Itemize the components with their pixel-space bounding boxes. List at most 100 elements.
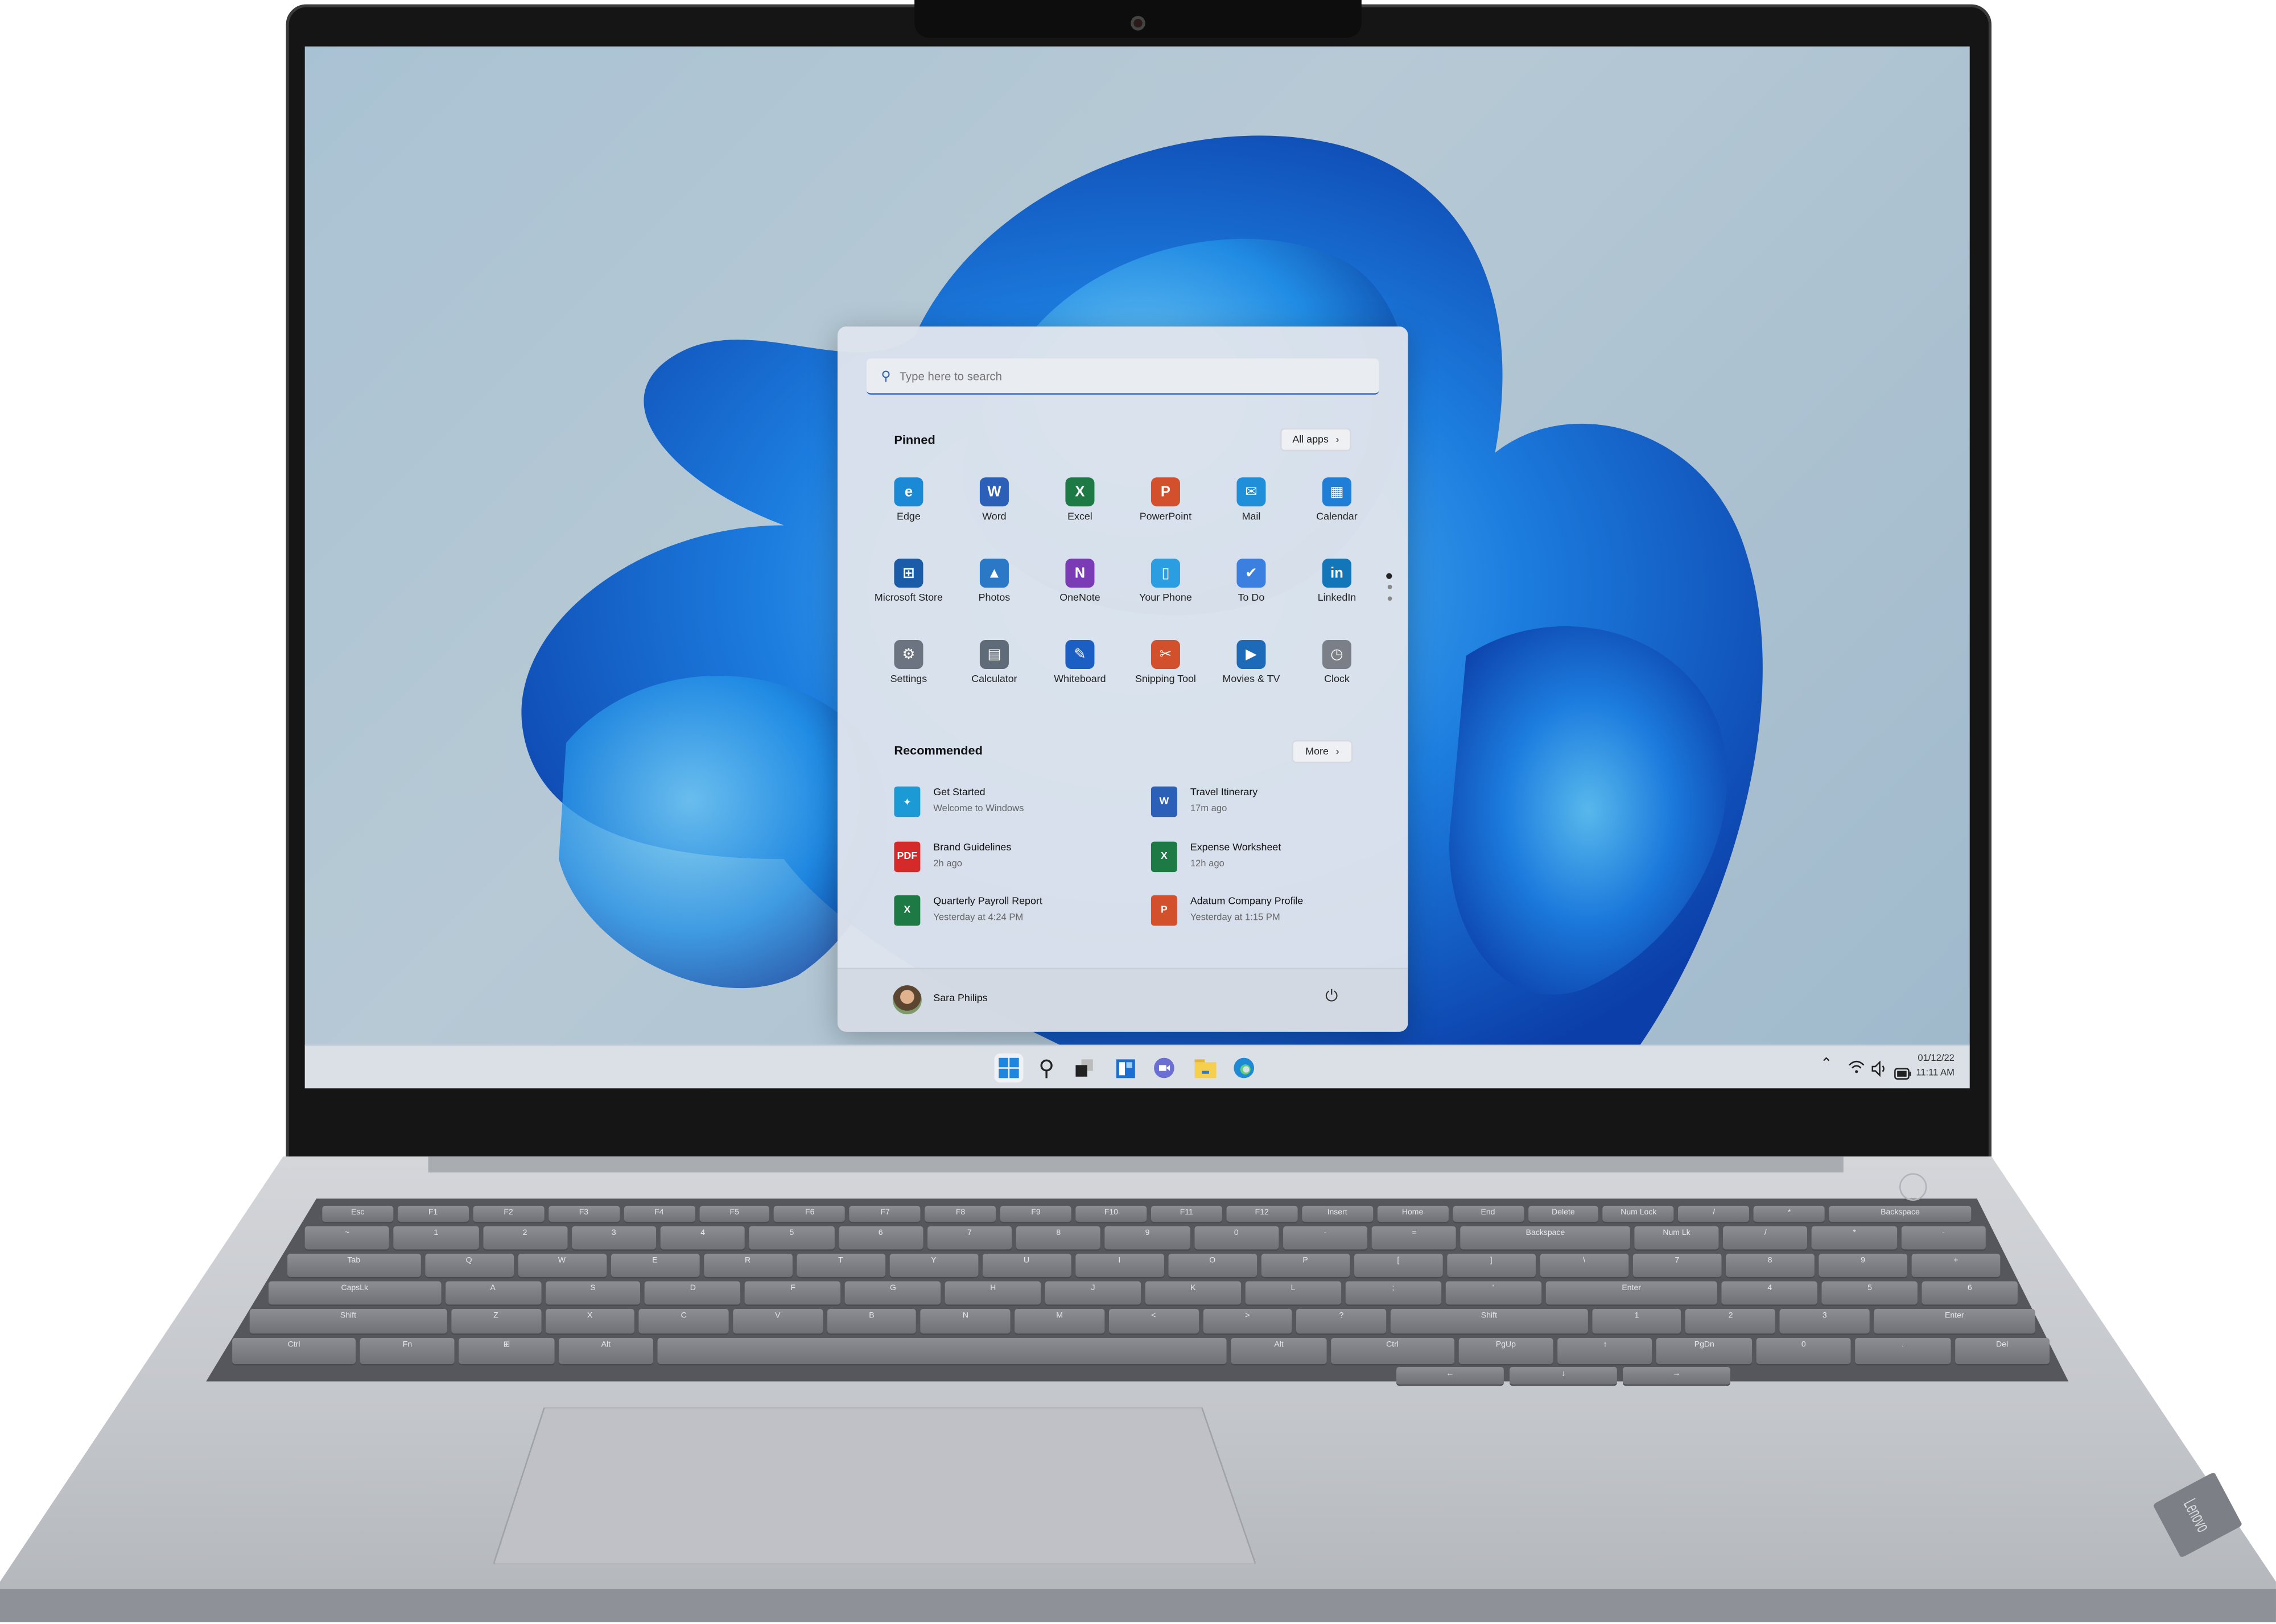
keyboard-key[interactable]: - xyxy=(1901,1226,1986,1250)
keyboard-key[interactable]: W xyxy=(517,1254,607,1277)
keyboard-key[interactable]: 4 xyxy=(660,1226,745,1250)
recommended-item[interactable]: W Travel Itinerary 17m ago xyxy=(1151,784,1383,821)
keyboard-key[interactable]: 4 xyxy=(1722,1281,1818,1305)
keyboard-key[interactable]: F7 xyxy=(850,1205,921,1222)
keyboard-key[interactable]: - xyxy=(1283,1226,1368,1250)
keyboard-key[interactable]: F8 xyxy=(925,1205,996,1222)
teams-chat-icon[interactable] xyxy=(1149,1053,1178,1082)
task-view-icon[interactable] xyxy=(1070,1053,1099,1082)
keyboard-key[interactable]: 7 xyxy=(927,1226,1012,1250)
page-dot[interactable] xyxy=(1387,585,1392,589)
keyboard-key[interactable]: 7 xyxy=(1632,1254,1722,1277)
page-dot-active[interactable] xyxy=(1386,573,1392,579)
keyboard-key[interactable]: 6 xyxy=(838,1226,923,1250)
pinned-app[interactable]: P PowerPoint xyxy=(1123,477,1207,522)
keyboard-key[interactable]: T xyxy=(796,1254,885,1277)
user-avatar[interactable] xyxy=(892,985,922,1015)
spacebar-key[interactable] xyxy=(657,1338,1227,1364)
keyboard-key[interactable]: \ xyxy=(1540,1254,1628,1277)
keyboard-key[interactable]: CapsLk xyxy=(268,1281,441,1305)
keyboard-key[interactable]: L xyxy=(1245,1281,1341,1305)
keyboard-key[interactable]: . xyxy=(1855,1338,1951,1364)
power-icon[interactable]: ⏻ xyxy=(1325,988,1338,1007)
keyboard-key[interactable]: Home xyxy=(1377,1205,1448,1222)
keyboard-key[interactable]: 5 xyxy=(1821,1281,1918,1305)
pinned-app[interactable]: ▲ Photos xyxy=(952,559,1036,604)
keyboard-key[interactable]: Tab xyxy=(287,1254,420,1277)
keyboard-key[interactable]: N xyxy=(921,1309,1011,1334)
keyboard-key[interactable]: Num Lock xyxy=(1603,1205,1675,1222)
keyboard-key[interactable]: < xyxy=(1108,1309,1198,1334)
keyboard-key[interactable]: Num Lk xyxy=(1634,1226,1719,1250)
keyboard-key[interactable]: = xyxy=(1372,1226,1457,1250)
file-explorer-icon[interactable] xyxy=(1190,1053,1219,1082)
keyboard-key[interactable]: / xyxy=(1723,1226,1808,1250)
keyboard-key[interactable]: S xyxy=(545,1281,641,1305)
keyboard-key[interactable]: F xyxy=(745,1281,841,1305)
keyboard-key[interactable]: G xyxy=(845,1281,941,1305)
keyboard-key[interactable]: Fn xyxy=(360,1338,455,1364)
recommended-item[interactable]: PDF Brand Guidelines 2h ago xyxy=(894,838,1126,875)
keyboard-key[interactable]: Del xyxy=(1955,1338,2050,1364)
keyboard-key[interactable]: R xyxy=(703,1254,792,1277)
keyboard-key[interactable]: F1 xyxy=(397,1205,469,1222)
keyboard-key[interactable]: Backspace xyxy=(1829,1205,1972,1222)
keyboard-key[interactable]: ; xyxy=(1345,1281,1441,1305)
keyboard-key[interactable]: Ctrl xyxy=(232,1338,356,1364)
keyboard-key[interactable]: Delete xyxy=(1528,1205,1599,1222)
pinned-app[interactable]: ✂ Snipping Tool xyxy=(1123,639,1207,685)
keyboard-key[interactable]: 3 xyxy=(1780,1309,1870,1334)
keyboard-key[interactable]: C xyxy=(638,1309,729,1334)
start-icon[interactable] xyxy=(994,1053,1024,1083)
pinned-app[interactable]: ⊞ Microsoft Store xyxy=(867,559,951,604)
keyboard-key[interactable]: Z xyxy=(451,1309,541,1334)
chevron-up-icon[interactable]: ⌃ xyxy=(1820,1056,1832,1072)
keyboard-key[interactable]: PgUp xyxy=(1458,1338,1553,1364)
keyboard-key[interactable]: 8 xyxy=(1725,1254,1815,1277)
battery-icon[interactable] xyxy=(1894,1061,1912,1087)
pinned-app[interactable]: ▯ Your Phone xyxy=(1123,559,1207,604)
keyboard-key[interactable]: H xyxy=(945,1281,1041,1305)
keyboard-key[interactable]: ? xyxy=(1296,1309,1387,1334)
keyboard-key[interactable]: ~ xyxy=(304,1226,390,1250)
user-name[interactable]: Sara Philips xyxy=(933,994,987,1004)
keyboard-key[interactable]: I xyxy=(1075,1254,1164,1277)
keyboard-key[interactable]: M xyxy=(1015,1309,1104,1334)
pinned-app[interactable]: ✎ Whiteboard xyxy=(1038,639,1122,685)
keyboard-key[interactable]: [ xyxy=(1354,1254,1443,1277)
keyboard-key[interactable]: 0 xyxy=(1194,1226,1279,1250)
keyboard-key[interactable]: A xyxy=(445,1281,541,1305)
keyboard-key[interactable]: > xyxy=(1202,1309,1293,1334)
pinned-app[interactable]: e Edge xyxy=(867,477,951,522)
keyboard-key[interactable]: Insert xyxy=(1301,1205,1373,1222)
arrow-key[interactable]: → xyxy=(1623,1367,1730,1385)
clock[interactable]: 01/12/22 11:11 AM xyxy=(1916,1052,1955,1081)
arrow-key[interactable]: ↓ xyxy=(1510,1367,1617,1385)
pinned-app[interactable]: ▤ Calculator xyxy=(952,639,1036,685)
pinned-app[interactable]: ◷ Clock xyxy=(1294,639,1379,685)
pinned-app[interactable]: in LinkedIn xyxy=(1294,559,1379,604)
touchpad[interactable] xyxy=(493,1407,1256,1564)
keyboard-key[interactable]: F5 xyxy=(699,1205,770,1222)
keyboard-key[interactable]: F9 xyxy=(1000,1205,1071,1222)
keyboard-key[interactable]: End xyxy=(1452,1205,1524,1222)
search-box[interactable]: ⚲ xyxy=(866,358,1379,395)
keyboard-key[interactable]: P xyxy=(1261,1254,1350,1277)
pinned-app[interactable]: X Excel xyxy=(1038,477,1122,522)
volume-icon[interactable] xyxy=(1871,1058,1889,1084)
keyboard-key[interactable]: Y xyxy=(889,1254,978,1277)
pinned-app[interactable]: ✔ To Do xyxy=(1209,559,1293,604)
keyboard-key[interactable]: F6 xyxy=(774,1205,846,1222)
widgets-icon[interactable] xyxy=(1111,1053,1140,1082)
keyboard-key[interactable]: ] xyxy=(1446,1254,1536,1277)
pinned-app[interactable]: ⚙ Settings xyxy=(867,639,951,685)
keyboard-key[interactable]: 9 xyxy=(1105,1226,1190,1250)
keyboard-key[interactable]: Ctrl xyxy=(1330,1338,1454,1364)
keyboard-key[interactable]: F12 xyxy=(1226,1205,1298,1222)
keyboard-key[interactable]: + xyxy=(1911,1254,2001,1277)
keyboard-key[interactable]: Q xyxy=(424,1254,513,1277)
keyboard-key[interactable]: Backspace xyxy=(1461,1226,1630,1250)
keyboard-key[interactable]: ' xyxy=(1445,1281,1541,1305)
keyboard-key[interactable]: Enter xyxy=(1545,1281,1718,1305)
keyboard-key[interactable]: 3 xyxy=(571,1226,657,1250)
